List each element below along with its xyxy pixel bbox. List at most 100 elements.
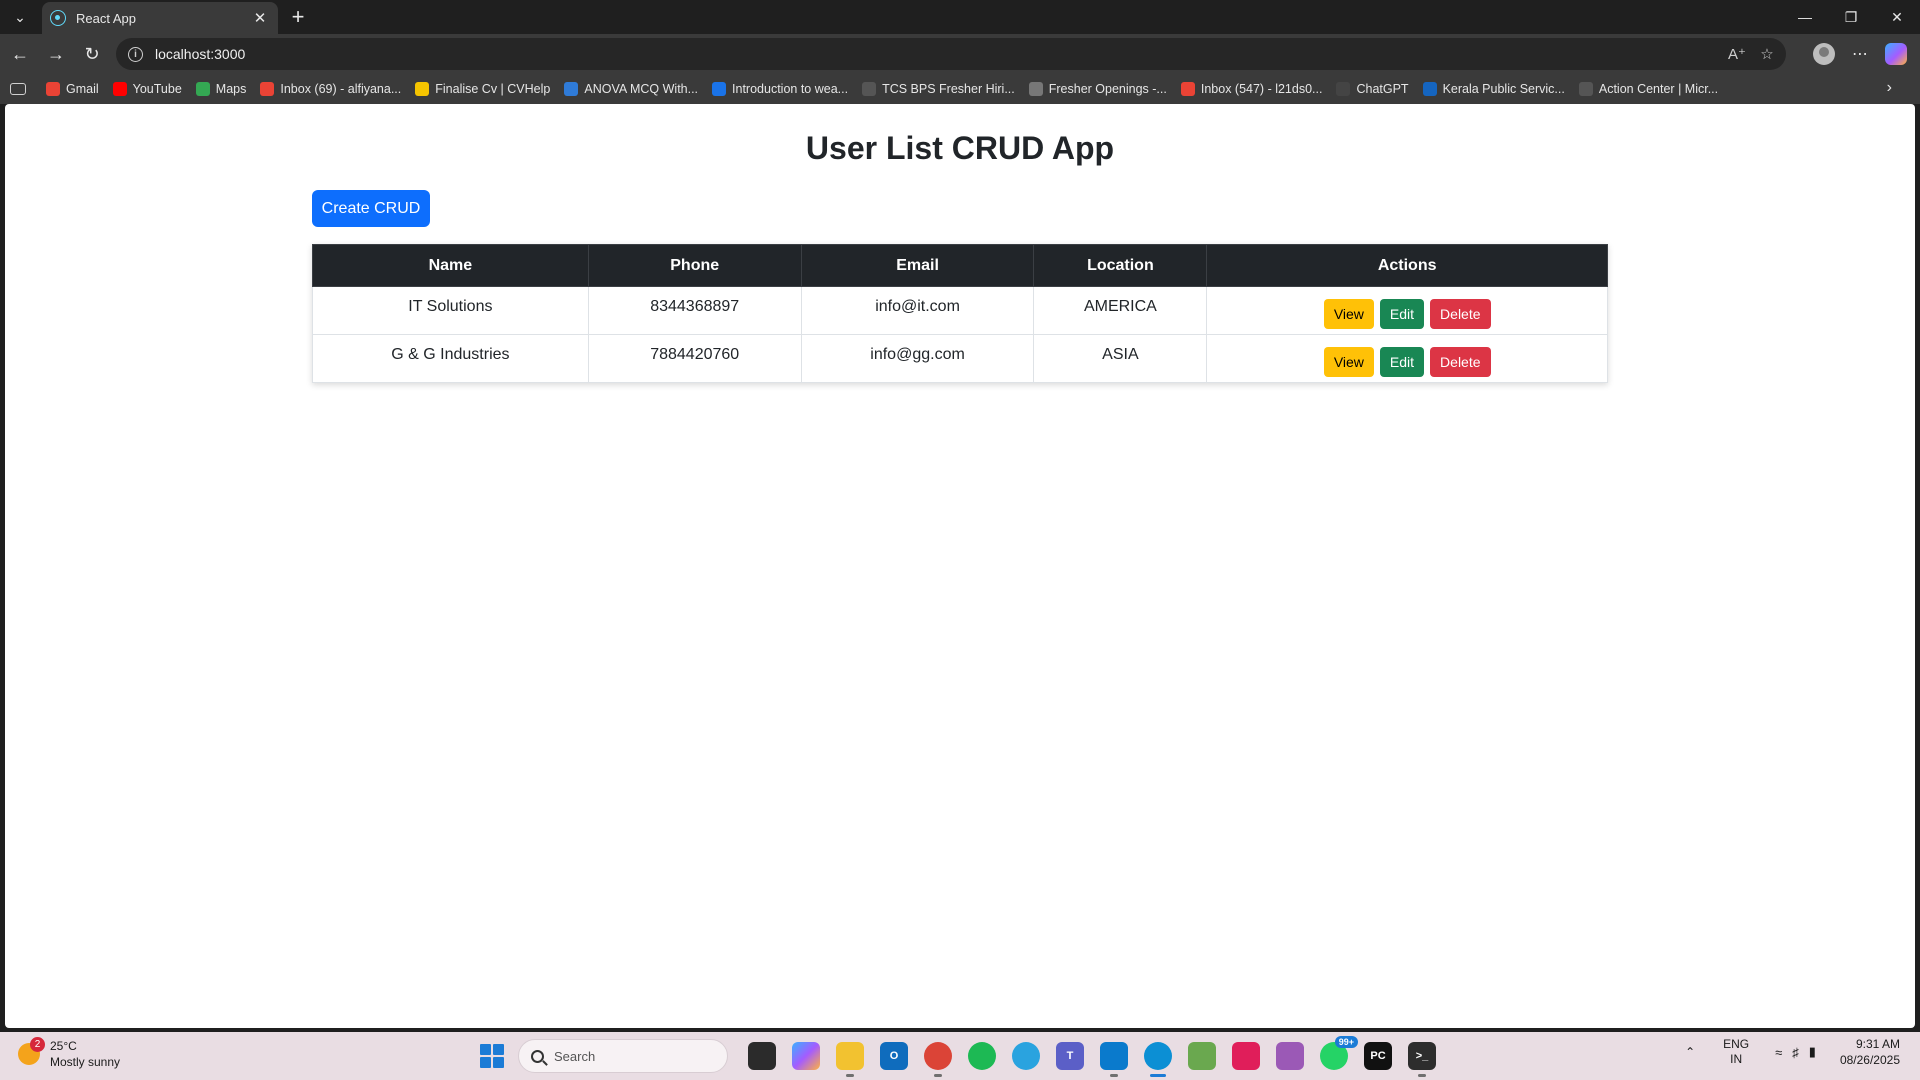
chatgpt-icon <box>1336 82 1351 96</box>
profile-button[interactable] <box>1810 40 1838 68</box>
minimize-button[interactable]: — <box>1782 4 1828 30</box>
page-icon <box>1028 82 1043 96</box>
bookmarks-more-chevron-icon[interactable]: › <box>1887 79 1892 97</box>
tab-title: React App <box>76 10 136 26</box>
close-window-button[interactable]: ✕ <box>1874 4 1920 30</box>
bookmark-label: ChatGPT <box>1356 82 1409 96</box>
view-button[interactable]: View <box>1323 298 1374 329</box>
cell-location: ASIA <box>1033 334 1208 383</box>
read-aloud-icon[interactable]: A⁺ <box>1726 43 1748 65</box>
slack-icon[interactable] <box>1232 1042 1260 1070</box>
clock[interactable]: 9:31 AM 08/26/2025 <box>1840 1036 1900 1068</box>
task-view-icon[interactable] <box>748 1042 776 1070</box>
edge-icon[interactable] <box>1144 1042 1172 1077</box>
bookmark-label: Gmail <box>66 82 99 96</box>
cell-phone: 8344368897 <box>587 286 802 335</box>
cell-name: IT Solutions <box>312 286 589 335</box>
reload-button[interactable]: ↻ <box>78 40 106 68</box>
name-text: IT Solutions <box>408 297 493 315</box>
gmail-icon <box>260 82 275 96</box>
clock-date: 08/26/2025 <box>1839 1053 1900 1067</box>
bookmark-item[interactable]: Finalise Cv | CVHelp <box>415 82 550 96</box>
weather-desc: Mostly sunny <box>50 1055 121 1069</box>
tray-chevron-up-icon[interactable]: ⌃ <box>1685 1045 1695 1059</box>
bookmark-item[interactable]: YouTube <box>112 82 182 96</box>
bookmark-item[interactable]: Fresher Openings -... <box>1028 82 1167 96</box>
bookmark-label: ANOVA MCQ With... <box>584 82 699 96</box>
copilot-button[interactable] <box>1882 40 1910 68</box>
avatar <box>1813 43 1835 65</box>
telegram-icon[interactable] <box>1012 1042 1040 1070</box>
whatsapp-icon[interactable]: 99+ <box>1320 1036 1358 1070</box>
battery-icon[interactable]: ▮ <box>1809 1044 1816 1060</box>
youtube-icon <box>112 82 127 96</box>
globe-icon <box>712 82 727 96</box>
teams-icon[interactable]: T <box>1056 1042 1084 1070</box>
back-button[interactable]: ← <box>6 40 34 68</box>
address-bar[interactable]: i localhost:3000 A⁺ ☆ <box>116 38 1786 70</box>
edit-button[interactable]: Edit <box>1379 346 1425 377</box>
clock-time: 9:31 AM <box>1855 1037 1900 1051</box>
site-info-icon[interactable]: i <box>128 46 143 62</box>
edit-button[interactable]: Edit <box>1379 298 1425 329</box>
bookmark-item[interactable]: TCS BPS Fresher Hiri... <box>862 82 1015 96</box>
tab-close-icon[interactable]: ✕ <box>250 9 270 27</box>
browser-tab[interactable]: React App ✕ <box>42 2 278 34</box>
bookmark-item[interactable]: Maps <box>195 82 247 96</box>
favorite-star-icon[interactable]: ☆ <box>1756 43 1778 65</box>
bookmark-label: Maps <box>215 82 247 96</box>
weather-widget[interactable]: 2 25°C Mostly sunny <box>18 1037 121 1070</box>
gemini-icon[interactable] <box>1276 1042 1304 1070</box>
sanfoundry-icon <box>564 82 579 96</box>
users-table: Name Phone Email Location Actions IT Sol… <box>312 244 1608 383</box>
taskbar-search[interactable]: Search <box>518 1039 728 1073</box>
tab-actions-icon[interactable] <box>10 83 26 95</box>
cell-email: info@it.com <box>800 286 1035 335</box>
bookmark-item[interactable]: ANOVA MCQ With... <box>564 82 698 96</box>
react-favicon-icon <box>50 10 66 26</box>
weather-badge: 2 <box>30 1037 45 1052</box>
header-location: Location <box>1033 244 1208 287</box>
volume-icon[interactable]: ♯ <box>1792 1045 1799 1060</box>
bookmark-item[interactable]: Gmail <box>46 82 99 96</box>
terminal-icon[interactable]: >_ <box>1408 1042 1436 1077</box>
spotify-icon[interactable] <box>968 1042 996 1070</box>
outlook-icon[interactable]: O <box>880 1042 908 1070</box>
chrome-icon[interactable] <box>924 1042 952 1077</box>
bookmark-item[interactable]: Action Center | Micr... <box>1578 82 1719 96</box>
cell-actions: View Edit Delete <box>1206 334 1608 383</box>
bookmark-item[interactable]: Introduction to wea... <box>712 82 848 96</box>
bookmark-label: Inbox (547) - l21ds0... <box>1200 82 1323 96</box>
create-crud-button[interactable]: Create CRUD <box>312 190 430 227</box>
restore-button[interactable]: ❐ <box>1828 4 1874 30</box>
bookmark-item[interactable]: Inbox (547) - l21ds0... <box>1180 82 1323 96</box>
view-button[interactable]: View <box>1323 346 1374 377</box>
gmail-icon <box>1180 82 1195 96</box>
table-row: IT Solutions 8344368897 info@it.com AMER… <box>312 286 1608 335</box>
delete-button[interactable]: Delete <box>1430 298 1491 329</box>
cell-name: G & G Industries <box>312 334 589 383</box>
delete-button[interactable]: Delete <box>1430 346 1491 377</box>
search-icon <box>531 1049 544 1063</box>
file-explorer-icon[interactable] <box>836 1042 864 1077</box>
tab-search-chevron-icon[interactable]: ⌄ <box>6 5 34 29</box>
header-email: Email <box>800 244 1035 287</box>
page-viewport: User List CRUD App Create CRUD Name Phon… <box>5 104 1915 1028</box>
lang-bottom: IN <box>1730 1052 1743 1066</box>
copilot-app-icon[interactable] <box>792 1042 820 1070</box>
notepad-icon[interactable] <box>1188 1042 1216 1070</box>
new-tab-button[interactable]: + <box>284 4 312 30</box>
bookmark-item[interactable]: Kerala Public Servic... <box>1422 82 1565 96</box>
bookmark-item[interactable]: ChatGPT <box>1336 82 1409 96</box>
email-text: info@gg.com <box>870 345 965 363</box>
wifi-icon[interactable]: ≈ <box>1775 1045 1782 1060</box>
forward-button[interactable]: → <box>42 40 70 68</box>
pycharm-icon[interactable]: PC <box>1364 1042 1392 1070</box>
more-menu-icon[interactable]: ⋯ <box>1846 40 1874 68</box>
bookmark-label: Action Center | Micr... <box>1598 82 1719 96</box>
bookmark-item[interactable]: Inbox (69) - alfiyana... <box>260 82 401 96</box>
tcs-icon <box>862 82 877 96</box>
windows-start-icon[interactable] <box>480 1044 504 1068</box>
language-indicator[interactable]: ENG IN <box>1723 1037 1749 1067</box>
vscode-icon[interactable] <box>1100 1042 1128 1077</box>
